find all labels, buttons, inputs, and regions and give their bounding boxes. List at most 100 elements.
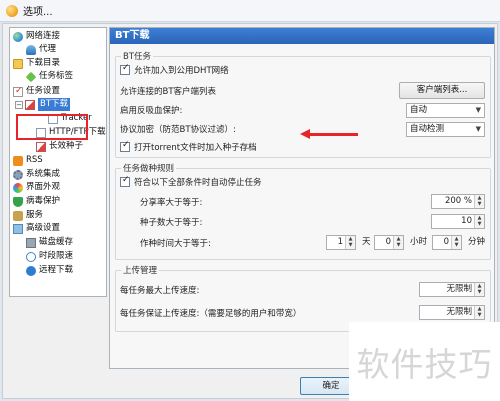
sidebar-item-label: 下载目录 bbox=[26, 58, 61, 68]
sidebar-item-label: 代理 bbox=[39, 44, 57, 54]
share-ratio-stepper[interactable]: 200 % ▲ ▼ bbox=[431, 194, 485, 209]
sidebar-item-label: BT下载 bbox=[38, 98, 71, 111]
shield-icon bbox=[13, 196, 23, 207]
guarantee-upload-row: 每任务保证上传速度:（需要足够的用户和带宽） bbox=[120, 305, 301, 321]
sidebar-item-label: 高级设置 bbox=[26, 223, 61, 233]
folder-icon bbox=[13, 58, 23, 69]
spin-arrows-icon[interactable]: ▲ ▼ bbox=[474, 306, 484, 319]
anti-leech-value: 自动 bbox=[410, 105, 428, 115]
seed-time-row: 作种时间大于等于: bbox=[140, 235, 211, 251]
spin-arrows-icon[interactable]: ▲ ▼ bbox=[474, 195, 484, 208]
sidebar-item-rss[interactable]: RSS bbox=[13, 154, 43, 167]
dht-option[interactable]: 允许加入到公用DHT网络 bbox=[120, 62, 229, 78]
spin-arrows-icon[interactable]: ▲ ▼ bbox=[451, 236, 461, 249]
globe-icon bbox=[13, 31, 23, 42]
days-unit: 天 bbox=[362, 237, 371, 247]
sidebar-item-bt-download[interactable]: − BT下载 bbox=[15, 98, 71, 111]
sidebar-item-label: 远程下载 bbox=[39, 265, 74, 275]
group-title: 上传管理 bbox=[121, 264, 160, 276]
spin-arrows-icon[interactable]: ▲ ▼ bbox=[345, 236, 355, 249]
proxy-icon bbox=[26, 44, 36, 55]
sidebar-item-task-settings[interactable]: 任务设置 bbox=[13, 85, 60, 98]
group-title: 任务做种规则 bbox=[121, 162, 177, 174]
sidebar-item-label: 界面外观 bbox=[26, 182, 61, 192]
sidebar-item-system[interactable]: 系统集成 bbox=[13, 168, 60, 181]
sidebar-item-service[interactable]: 服务 bbox=[13, 209, 43, 222]
guarantee-upload-value: 无限制 bbox=[446, 307, 472, 317]
spin-arrows-icon[interactable]: ▲ ▼ bbox=[474, 283, 484, 296]
seed-count-stepper[interactable]: 10 ▲ ▼ bbox=[431, 214, 485, 229]
sidebar-item-proxy[interactable]: 代理 bbox=[26, 43, 56, 56]
service-icon bbox=[13, 210, 23, 221]
client-list-button[interactable]: 客户端列表... bbox=[399, 82, 485, 99]
system-icon bbox=[13, 169, 23, 180]
disk-icon bbox=[26, 237, 36, 248]
auto-stop-label: 符合以下全部条件时自动停止任务 bbox=[134, 178, 262, 188]
minutes-stepper[interactable]: 0 ▲ ▼ bbox=[432, 235, 462, 250]
title-bar: 选项... bbox=[0, 0, 500, 22]
torrent-archive-option[interactable]: 打开torrent文件时加入种子存档 bbox=[120, 139, 257, 155]
chevron-down-icon: ▼ bbox=[475, 125, 481, 133]
days-value: 1 bbox=[337, 237, 343, 247]
hours-unit: 小时 bbox=[410, 237, 428, 247]
annotation-arrow bbox=[300, 129, 358, 139]
max-upload-stepper[interactable]: 无限制 ▲ ▼ bbox=[419, 282, 485, 297]
sidebar-item-scheduled-speed[interactable]: 时段限速 bbox=[26, 250, 73, 263]
seed-count-label: 种子数大于等于: bbox=[140, 218, 203, 228]
sidebar-item-label: 任务标签 bbox=[39, 71, 74, 81]
auto-stop-checkbox[interactable] bbox=[120, 175, 130, 187]
days-stepper[interactable]: 1 ▲ ▼ bbox=[326, 235, 356, 250]
anti-leech-select[interactable]: 自动 ▼ bbox=[406, 103, 485, 118]
allowed-clients-row: 允许连接的BT客户端列表 bbox=[120, 83, 216, 99]
bt-settings-panel: BT下载 BT任务 允许加入到公用DHT网络 允许连接的BT客户端列表 客户端列… bbox=[109, 27, 495, 369]
max-upload-value: 无限制 bbox=[446, 284, 472, 294]
highlight-box bbox=[16, 114, 88, 140]
app-icon bbox=[6, 4, 18, 17]
encryption-row: 协议加密（防范BT协议过滤）: bbox=[120, 121, 236, 137]
tag-icon bbox=[25, 71, 37, 82]
seed-time-label: 作种时间大于等于: bbox=[140, 239, 211, 249]
arrow-shaft bbox=[309, 133, 358, 136]
sidebar-item-disk-cache[interactable]: 磁盘缓存 bbox=[26, 236, 73, 249]
encryption-value: 自动检测 bbox=[410, 124, 445, 134]
minutes-unit: 分钟 bbox=[468, 237, 486, 247]
sidebar-item-virus[interactable]: 病毒保护 bbox=[13, 195, 60, 208]
sidebar-item-remote-download[interactable]: 远程下载 bbox=[26, 264, 73, 277]
torrent-archive-label: 打开torrent文件时加入种子存档 bbox=[134, 143, 257, 153]
chevron-down-icon: ▼ bbox=[475, 106, 481, 114]
guarantee-upload-label: 每任务保证上传速度:（需要足够的用户和带宽） bbox=[120, 309, 302, 319]
spin-arrows-icon[interactable]: ▲ ▼ bbox=[474, 215, 484, 228]
sidebar-item-download-dir[interactable]: 下载目录 bbox=[13, 57, 60, 70]
sidebar-item-label: 时段限速 bbox=[39, 251, 74, 261]
window-title: 选项... bbox=[23, 7, 53, 18]
auto-stop-option[interactable]: 符合以下全部条件时自动停止任务 bbox=[120, 174, 262, 190]
share-ratio-value: 200 % bbox=[444, 196, 472, 206]
sidebar-item-network[interactable]: 网络连接 bbox=[13, 30, 60, 43]
hours-stepper[interactable]: 0 ▲ ▼ bbox=[374, 235, 404, 250]
torrent-archive-checkbox[interactable] bbox=[120, 140, 130, 152]
watermark: 软件技巧 bbox=[349, 322, 500, 401]
encryption-select[interactable]: 自动检测 ▼ bbox=[406, 122, 485, 137]
guarantee-upload-stepper[interactable]: 无限制 ▲ ▼ bbox=[419, 305, 485, 320]
dht-checkbox[interactable] bbox=[120, 63, 130, 75]
encryption-label: 协议加密（防范BT协议过滤）: bbox=[120, 125, 236, 135]
sidebar-item-long-seed[interactable]: 长效种子 bbox=[36, 140, 83, 153]
minutes-value: 0 bbox=[443, 237, 449, 247]
spin-arrows-icon[interactable]: ▲ ▼ bbox=[393, 236, 403, 249]
sidebar-item-label: RSS bbox=[26, 155, 43, 165]
sidebar-item-label: 病毒保护 bbox=[26, 196, 61, 206]
bt-task-group: BT任务 允许加入到公用DHT网络 允许连接的BT客户端列表 客户端列表... … bbox=[115, 50, 491, 158]
settings-tree[interactable]: 网络连接 代理 下载目录 任务标签 任务设置 − BT下载 Tracker bbox=[9, 27, 107, 297]
sidebar-item-task-tags[interactable]: 任务标签 bbox=[25, 70, 74, 83]
max-upload-row: 每任务最大上传速度: bbox=[120, 282, 199, 298]
anti-leech-label: 启用反吸血保护: bbox=[120, 106, 183, 116]
group-title: BT任务 bbox=[121, 50, 154, 62]
sidebar-item-advanced[interactable]: 高级设置 bbox=[13, 222, 60, 235]
sidebar-item-appearance[interactable]: 界面外观 bbox=[13, 181, 60, 194]
collapse-toggle-icon[interactable]: − bbox=[15, 100, 23, 109]
remote-icon bbox=[26, 265, 36, 276]
watermark-text: 软件技巧 bbox=[356, 344, 493, 384]
sidebar-item-label: 服务 bbox=[26, 210, 44, 220]
share-ratio-label: 分享率大于等于: bbox=[140, 198, 203, 208]
seeding-rules-group: 任务做种规则 符合以下全部条件时自动停止任务 分享率大于等于: 200 % ▲▼… bbox=[115, 162, 491, 260]
